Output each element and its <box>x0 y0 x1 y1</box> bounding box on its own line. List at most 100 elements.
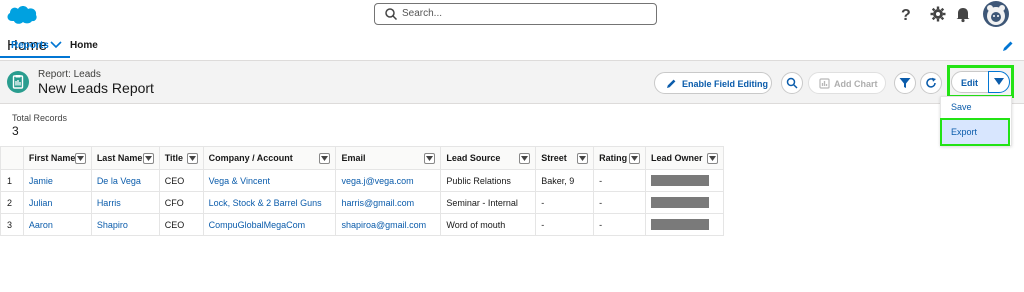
title-cell: CEO <box>158 213 204 236</box>
bell-icon[interactable] <box>954 5 972 23</box>
caret-down-icon <box>521 156 529 161</box>
first-name-link[interactable]: Jamie <box>22 169 92 192</box>
column-menu-button[interactable] <box>424 153 436 164</box>
first-name-link[interactable]: Aaron <box>22 213 92 236</box>
column-menu-button[interactable] <box>186 153 198 164</box>
row-number-header <box>0 146 24 170</box>
column-header[interactable]: Last Name <box>90 146 160 170</box>
table-header-row: First Name Last Name Title Company / Acc… <box>0 146 724 170</box>
global-search-input[interactable]: Search... <box>374 3 657 25</box>
edit-button[interactable]: Edit <box>951 71 989 93</box>
refresh-button[interactable] <box>920 72 942 94</box>
help-icon[interactable]: ? <box>897 5 915 23</box>
redacted-owner <box>651 219 710 231</box>
lead-source-cell: Public Relations <box>440 169 537 192</box>
add-chart-button[interactable]: Add Chart <box>808 72 886 94</box>
table-row: 3 Aaron Shapiro CEO CompuGlobalMegaCom s… <box>0 213 724 236</box>
lead-owner-cell <box>645 191 724 214</box>
caret-down-icon <box>426 156 434 161</box>
report-icon <box>7 71 29 93</box>
column-header[interactable]: Rating <box>593 146 647 170</box>
first-name-link[interactable]: Julian <box>22 191 92 214</box>
title-cell: CFO <box>158 191 204 214</box>
astro-avatar-icon <box>987 5 1005 25</box>
global-header: Search... ? <box>0 0 1024 30</box>
rating-cell: - <box>593 169 647 192</box>
company-link[interactable]: CompuGlobalMegaCom <box>202 213 337 236</box>
row-number: 2 <box>0 191 24 214</box>
menu-item-save[interactable]: Save <box>951 102 972 112</box>
search-placeholder: Search... <box>402 8 443 19</box>
tab-home[interactable]: Home <box>70 40 98 51</box>
filter-icon <box>899 78 911 88</box>
company-link[interactable]: Vega & Vincent <box>202 169 337 192</box>
search-report-button[interactable] <box>781 72 803 94</box>
gear-icon[interactable] <box>929 5 947 23</box>
email-link[interactable]: harris@gmail.com <box>335 191 442 214</box>
column-menu-button[interactable] <box>142 153 154 164</box>
column-menu-button[interactable] <box>319 153 331 164</box>
refresh-icon <box>926 77 936 88</box>
menu-item-export[interactable]: Export <box>951 127 977 137</box>
svg-text:?: ? <box>901 7 911 23</box>
report-header: Report: Leads New Leads Report Enable Fi… <box>0 60 1024 104</box>
redacted-owner <box>651 175 710 187</box>
total-records-value: 3 <box>12 124 19 138</box>
avatar[interactable] <box>983 1 1009 27</box>
email-link[interactable]: vega.j@vega.com <box>335 169 442 192</box>
column-menu-button[interactable] <box>519 153 531 164</box>
edit-dropdown-button[interactable] <box>988 71 1010 93</box>
lead-source-cell: Seminar - Internal <box>440 191 537 214</box>
column-header[interactable]: Company / Account <box>202 146 337 170</box>
column-header[interactable]: First Name <box>22 146 92 170</box>
page-title: New Leads Report <box>38 80 154 96</box>
report-table: First Name Last Name Title Company / Acc… <box>0 146 724 236</box>
caret-down-icon <box>579 156 587 161</box>
street-cell: - <box>535 191 595 214</box>
enable-field-editing-button[interactable]: Enable Field Editing <box>654 72 772 94</box>
company-link[interactable]: Lock, Stock & 2 Barrel Guns <box>202 191 337 214</box>
tab-reports-label: Reports <box>11 40 49 51</box>
add-chart-label: Add Chart <box>834 79 878 89</box>
column-header[interactable]: Lead Source <box>440 146 537 170</box>
row-number: 3 <box>0 213 24 236</box>
table-row: 2 Julian Harris CFO Lock, Stock & 2 Barr… <box>0 191 724 214</box>
column-menu-button[interactable] <box>577 153 589 164</box>
column-header[interactable]: Email <box>335 146 442 170</box>
street-cell: Baker, 9 <box>535 169 595 192</box>
lead-owner-cell <box>645 169 724 192</box>
app-navigation: Home Home Reports <box>0 32 1024 58</box>
edit-nav-pencil-icon[interactable] <box>1002 40 1014 52</box>
caret-down-icon <box>188 156 196 161</box>
row-number: 1 <box>0 169 24 192</box>
chart-icon <box>819 78 830 89</box>
salesforce-cloud-logo[interactable] <box>6 4 38 26</box>
email-link[interactable]: shapiroa@gmail.com <box>335 213 442 236</box>
tab-reports[interactable]: Reports <box>0 32 70 58</box>
lead-source-cell: Word of mouth <box>440 213 537 236</box>
total-records-label: Total Records <box>12 113 68 123</box>
chevron-down-icon[interactable] <box>50 40 62 50</box>
column-header[interactable]: Street <box>535 146 595 170</box>
last-name-link[interactable]: Harris <box>90 191 160 214</box>
column-header[interactable]: Title <box>158 146 204 170</box>
column-menu-button[interactable] <box>707 153 718 164</box>
rating-cell: - <box>593 191 647 214</box>
search-icon <box>786 77 798 89</box>
redacted-owner <box>651 197 710 209</box>
filter-button[interactable] <box>894 72 916 94</box>
title-cell: CEO <box>158 169 204 192</box>
search-icon <box>385 8 398 21</box>
last-name-link[interactable]: De la Vega <box>90 169 160 192</box>
last-name-link[interactable]: Shapiro <box>90 213 160 236</box>
caret-down-icon <box>76 156 84 161</box>
breadcrumb: Report: Leads <box>38 69 101 80</box>
report-clipboard-icon <box>12 75 24 89</box>
caret-down-icon <box>994 78 1004 85</box>
column-header[interactable]: Lead Owner <box>645 146 724 170</box>
enable-field-editing-label: Enable Field Editing <box>682 79 769 89</box>
column-menu-button[interactable] <box>74 153 86 164</box>
pencil-icon <box>667 79 676 88</box>
column-menu-button[interactable] <box>629 153 641 164</box>
table-row: 1 Jamie De la Vega CEO Vega & Vincent ve… <box>0 169 724 192</box>
